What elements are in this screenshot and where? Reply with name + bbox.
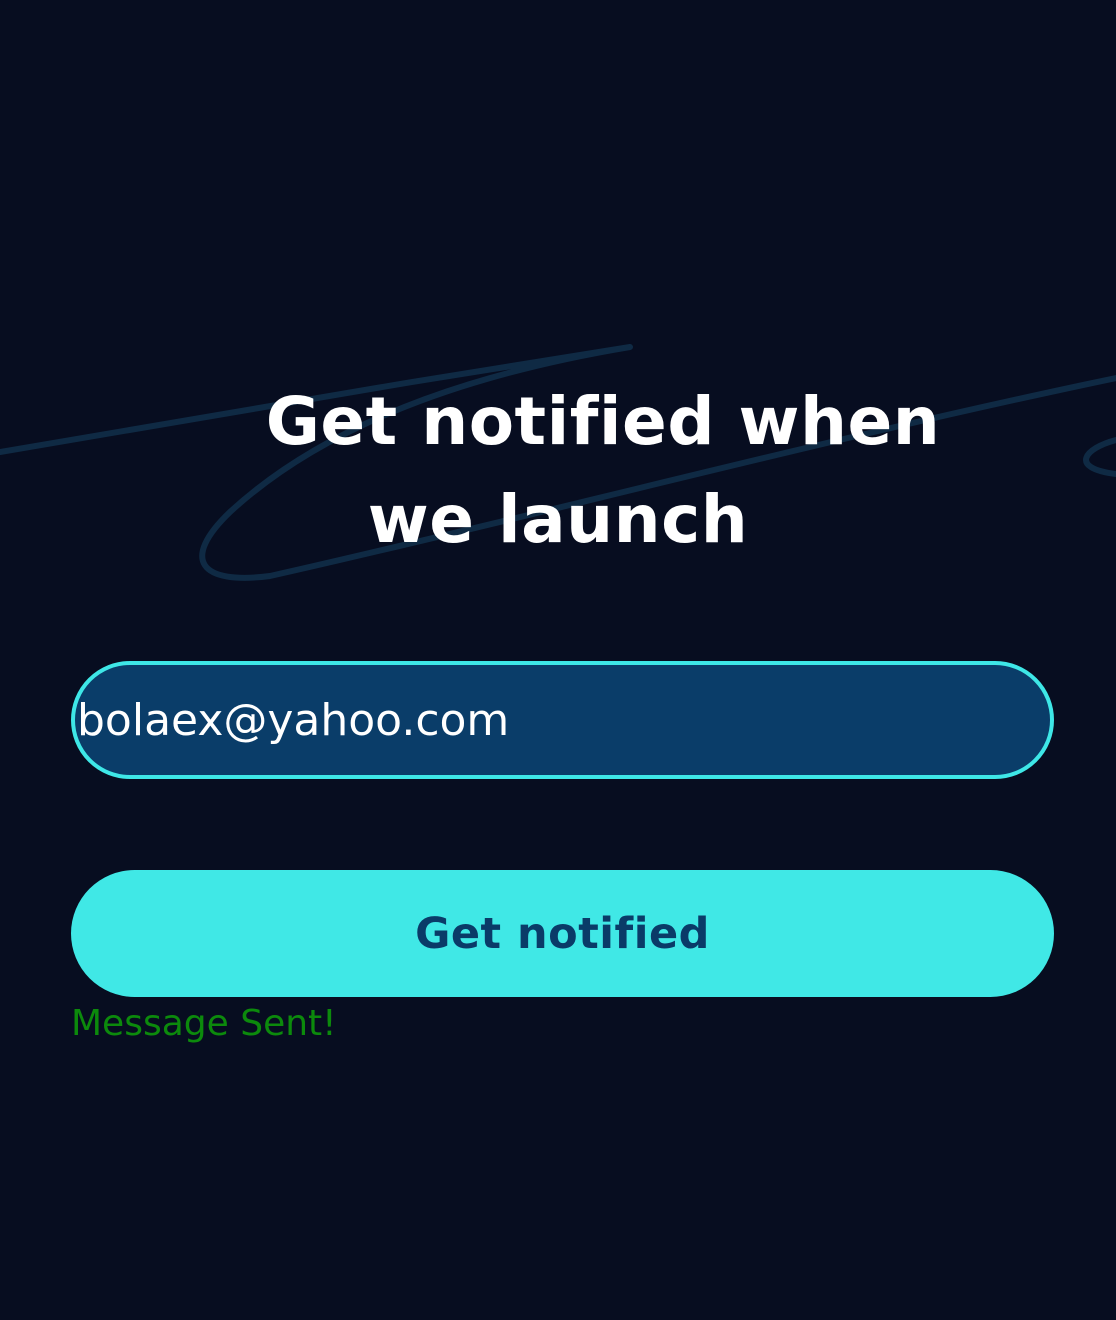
status-message: Message Sent! bbox=[71, 1003, 337, 1044]
email-field[interactable] bbox=[71, 661, 1054, 779]
headline-line-2: we launch bbox=[367, 481, 749, 558]
page-title: Get notified when we launch bbox=[0, 373, 1116, 569]
headline-line-1: Get notified when bbox=[265, 383, 941, 460]
get-notified-button[interactable]: Get notified bbox=[71, 870, 1054, 997]
background-scribble bbox=[0, 344, 1116, 581]
